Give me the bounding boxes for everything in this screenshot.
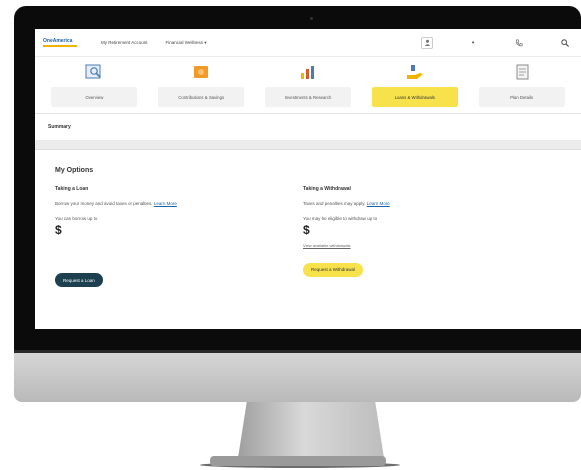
tab-overview-label: Overview <box>85 94 104 100</box>
tab-contributions-savings-box: Contributions & Savings <box>158 87 245 107</box>
withdrawal-amount: $ <box>303 223 310 237</box>
tab-overview-box: Overview <box>51 87 138 107</box>
withdrawal-limit-label: You may be eligible to withdraw up to <box>303 216 378 221</box>
phone-icon[interactable] <box>513 37 525 49</box>
document-icon <box>513 57 531 87</box>
page-title: My Options <box>55 167 94 174</box>
tab-loans-withdrawals[interactable]: Loans & Withdrawals <box>361 57 468 113</box>
loan-description: Borrow your money and avoid taxes or pen… <box>55 201 303 206</box>
withdrawal-description-text: Taxes and penalties may apply. <box>303 201 366 206</box>
tab-plan-details-box: Plan Details <box>478 87 565 107</box>
coins-icon <box>192 57 210 87</box>
tab-loans-withdrawals-label: Loans & Withdrawals <box>394 94 435 100</box>
user-icon[interactable] <box>421 36 433 49</box>
tab-contributions-savings[interactable]: Contributions & Savings <box>148 57 255 113</box>
request-withdrawal-button[interactable]: Request a Withdrawal <box>303 262 364 277</box>
tab-plan-details[interactable]: Plan Details <box>468 57 575 113</box>
main-content: My Options Taking a Loan Borrow your mon… <box>35 150 581 287</box>
tab-investments-research-label: Investments & Research <box>284 94 332 100</box>
request-loan-button[interactable]: Request a Loan <box>55 273 103 287</box>
sub-nav: Summary <box>35 114 581 140</box>
monitor-stand-base <box>210 456 386 466</box>
search-icon[interactable] <box>559 37 571 49</box>
tab-investments-research[interactable]: Investments & Research <box>255 57 362 113</box>
withdrawal-heading: Taking a Withdrawal <box>303 186 351 192</box>
dot-icon[interactable]: • <box>467 37 479 49</box>
chevron-down-icon: ▾ <box>204 39 207 45</box>
nav-link-financial-wellness-label: Financial Wellness <box>165 39 203 45</box>
magnify-chart-icon <box>85 57 103 87</box>
nav-link-retirement-account[interactable]: My Retirement Account <box>101 40 148 45</box>
screen: OneAmerica My Retirement Account Financi… <box>35 29 581 329</box>
options-columns: Taking a Loan Borrow your money and avoi… <box>55 186 561 287</box>
withdrawal-learn-more-link[interactable]: Learn More <box>367 201 390 206</box>
hand-coins-icon <box>406 57 424 87</box>
loan-amount: $ <box>55 223 62 237</box>
bar-chart-icon <box>299 57 317 87</box>
top-nav-actions: • <box>421 36 573 49</box>
loan-option: Taking a Loan Borrow your money and avoi… <box>55 186 303 287</box>
withdrawal-description: Taxes and penalties may apply. Learn Mor… <box>303 201 551 206</box>
loan-limit-label: You can borrow up to <box>55 216 98 221</box>
withdrawal-option: Taking a Withdrawal Taxes and penalties … <box>303 186 551 287</box>
camera-dot <box>310 17 313 20</box>
loan-heading: Taking a Loan <box>55 186 89 192</box>
tab-investments-research-box: Investments & Research <box>264 87 351 107</box>
brand-name: OneAmerica <box>43 38 73 44</box>
monitor-chin-edge <box>14 350 581 353</box>
loan-learn-more-link[interactable]: Learn More <box>154 201 177 206</box>
view-withdrawals-link[interactable]: View available withdrawals <box>303 243 551 248</box>
main-tabs: Overview Contributions & Savings Investm… <box>35 57 581 114</box>
nav-link-financial-wellness[interactable]: Financial Wellness ▾ <box>166 40 207 46</box>
monitor-stand <box>238 402 384 458</box>
tab-loans-withdrawals-box: Loans & Withdrawals <box>371 87 458 107</box>
loan-description-text: Borrow your money and avoid taxes or pen… <box>55 201 153 206</box>
subnav-summary[interactable]: Summary <box>48 124 71 130</box>
top-nav: OneAmerica My Retirement Account Financi… <box>35 29 581 57</box>
tab-contributions-savings-label: Contributions & Savings <box>178 94 225 100</box>
tab-overview[interactable]: Overview <box>41 57 148 113</box>
brand-accent-bar <box>43 45 77 47</box>
brand-logo[interactable]: OneAmerica <box>43 37 83 49</box>
tab-plan-details-label: Plan Details <box>510 94 534 100</box>
section-divider <box>35 140 581 150</box>
monitor-chin <box>14 350 581 402</box>
